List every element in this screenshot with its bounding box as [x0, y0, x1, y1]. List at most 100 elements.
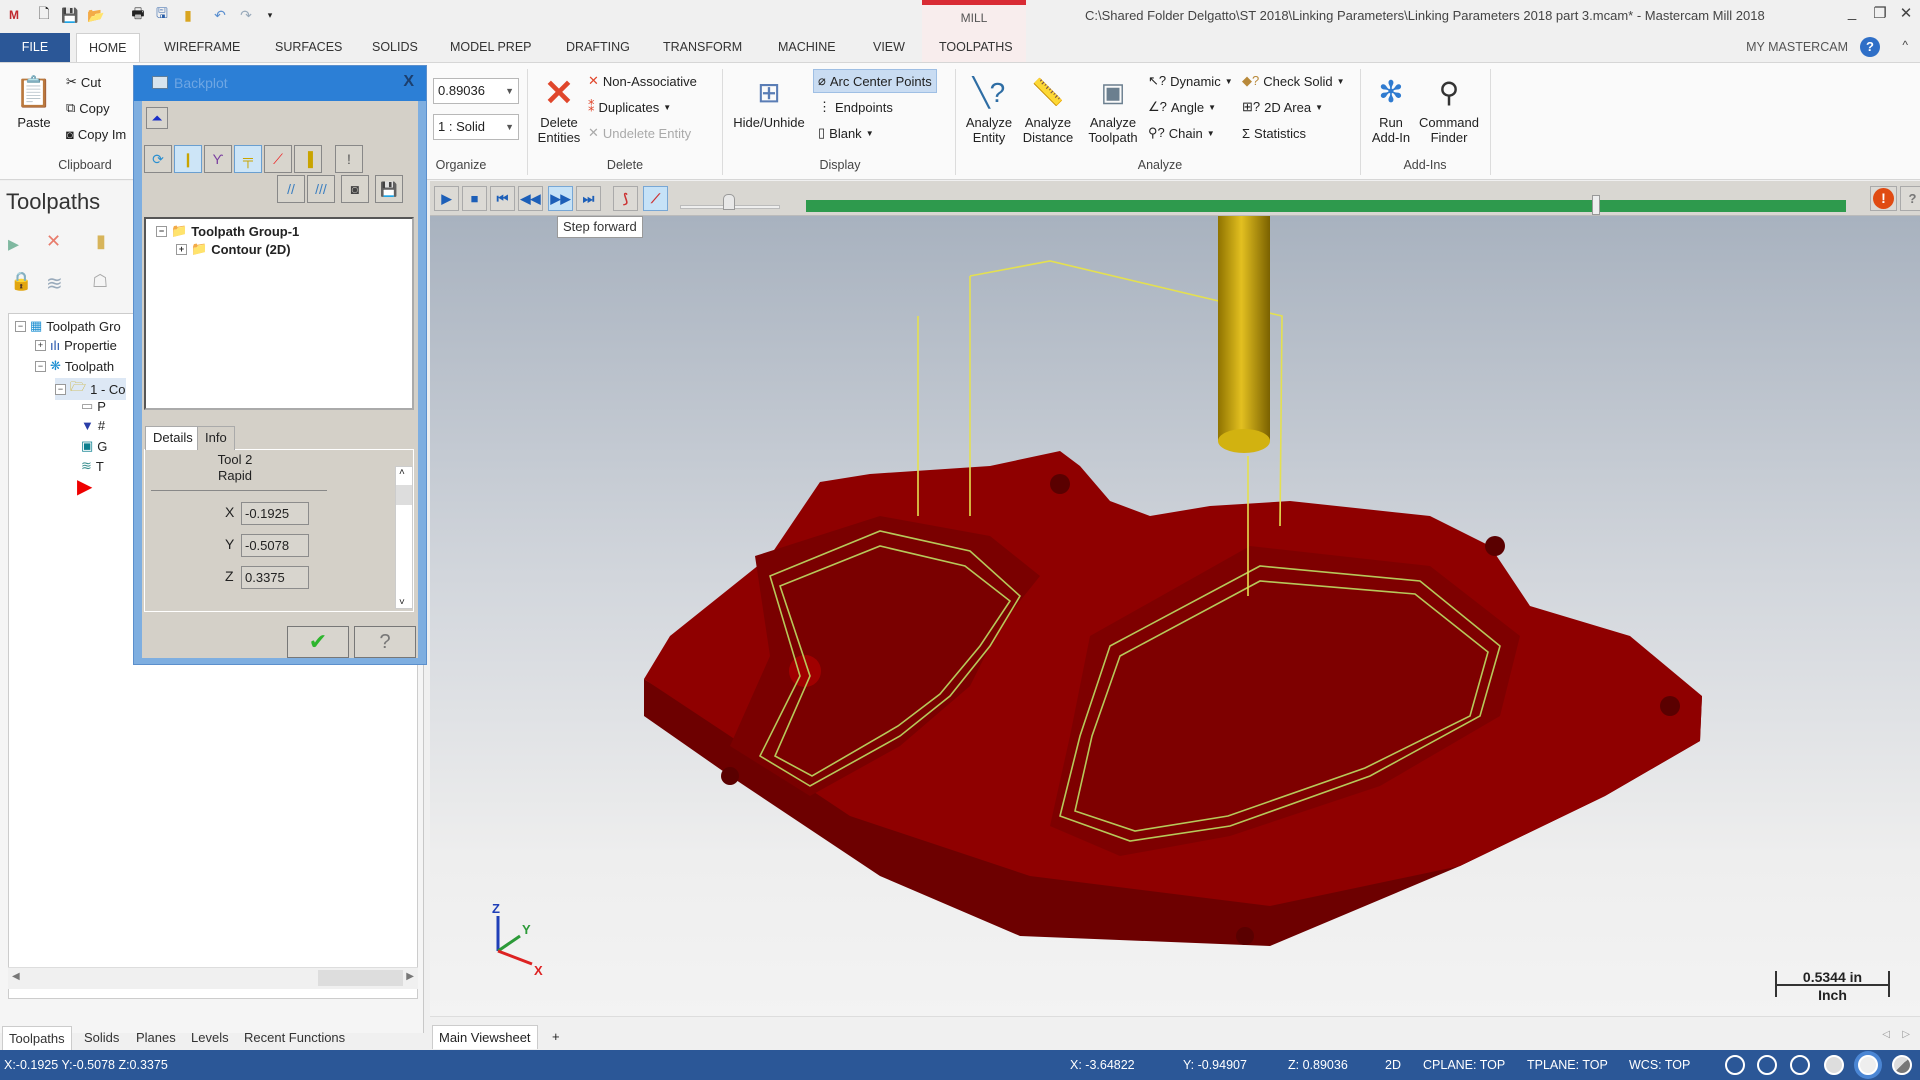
command-finder-button[interactable]: ⚲ Command Finder: [1416, 69, 1482, 145]
collapse-icon[interactable]: −: [35, 360, 46, 372]
tree-item-operation[interactable]: − 🗁 1 - Co: [55, 378, 126, 400]
save-as-icon[interactable]: 🖫: [152, 5, 172, 25]
tab-solids[interactable]: SOLIDS: [360, 33, 430, 62]
wireframe-globe-icon[interactable]: [1725, 1055, 1745, 1075]
progress-track[interactable]: [806, 195, 1846, 215]
scroll-up-icon[interactable]: ˄: [399, 467, 405, 478]
undo-icon[interactable]: ↶: [210, 5, 230, 25]
info-icon[interactable]: !: [335, 145, 363, 173]
speed-slider-thumb[interactable]: [723, 194, 735, 210]
tab-transform[interactable]: TRANSFORM: [651, 33, 754, 62]
non-associative-button[interactable]: ✕ Non-Associative: [588, 70, 697, 92]
bottom-tab-solids[interactable]: Solids: [78, 1026, 125, 1050]
minimize-button[interactable]: _: [1840, 4, 1864, 26]
dynamic-button[interactable]: ↖? Dynamic ▼: [1148, 70, 1233, 92]
scroll-left-icon[interactable]: ◀: [12, 971, 20, 982]
status-wcs[interactable]: WCS: TOP: [1629, 1058, 1690, 1072]
play-button[interactable]: ▶: [434, 186, 459, 211]
tab-model-prep[interactable]: MODEL PREP: [438, 33, 544, 62]
tab-home[interactable]: HOME: [76, 33, 140, 62]
close-icon[interactable]: X: [403, 73, 414, 91]
deselect-icon[interactable]: ✕: [46, 231, 61, 252]
scroll-down-icon[interactable]: ˅: [399, 597, 405, 608]
step-forward-button[interactable]: ▶▶: [548, 186, 573, 211]
chain-button[interactable]: ⚲? Chain ▼: [1148, 122, 1215, 144]
collapse-icon[interactable]: −: [156, 225, 167, 237]
tab-info[interactable]: Info: [197, 426, 235, 450]
print-icon[interactable]: 🖶: [128, 5, 148, 25]
new-file-icon[interactable]: 🗋: [34, 5, 54, 25]
collapse-icon[interactable]: −: [15, 320, 26, 332]
save-geometry-icon[interactable]: 💾: [375, 175, 403, 203]
progress-thumb[interactable]: [1592, 195, 1601, 215]
display-last-move-button[interactable]: ⟋: [643, 186, 668, 211]
my-mastercam-link[interactable]: MY MASTERCAM: [1746, 40, 1848, 54]
shade-verify-icon[interactable]: ▐: [294, 145, 322, 173]
tree-item-contour-2d[interactable]: + 📁 Contour (2D): [176, 241, 291, 257]
analyze-entity-button[interactable]: ╲? Analyze Entity: [962, 69, 1016, 145]
rewind-start-button[interactable]: ⏮: [490, 186, 515, 211]
tab-main-viewsheet[interactable]: Main Viewsheet: [432, 1025, 538, 1049]
scroll-left-icon[interactable]: ◁: [1882, 1029, 1890, 1040]
tab-view[interactable]: VIEW: [861, 33, 917, 62]
tab-toolpaths[interactable]: TOOLPATHS: [927, 33, 1025, 62]
tab-machine[interactable]: MACHINE: [766, 33, 848, 62]
merge-icon[interactable]: ▮: [178, 5, 198, 25]
lock-icon[interactable]: 🔒: [10, 271, 32, 292]
stop-button[interactable]: ■: [462, 186, 487, 211]
regenerate-icon[interactable]: ▮: [96, 231, 106, 252]
bottom-tab-toolpaths[interactable]: Toolpaths: [2, 1026, 72, 1050]
tree-item-toolpath-group[interactable]: − ❋ Toolpath: [35, 358, 114, 374]
angle-button[interactable]: ∠? Angle ▼: [1148, 96, 1216, 118]
cut-button[interactable]: ✂ Cut: [66, 71, 101, 93]
tab-drafting[interactable]: DRAFTING: [554, 33, 642, 62]
close-button[interactable]: ✕: [1894, 4, 1918, 26]
endpoints-button[interactable]: ⋮ Endpoints: [818, 96, 893, 118]
customize-icon[interactable]: ▾: [260, 5, 280, 25]
translucency-icon[interactable]: [1892, 1055, 1912, 1075]
display-tool-icon[interactable]: ❙: [174, 145, 202, 173]
ghost-icon[interactable]: ☖: [92, 271, 108, 292]
step-back-button[interactable]: ◀◀: [518, 186, 543, 211]
globe-icon[interactable]: [1757, 1055, 1777, 1075]
scroll-right-icon[interactable]: ▶: [406, 971, 414, 982]
tab-surfaces[interactable]: SURFACES: [263, 33, 354, 62]
hidden-line-icon[interactable]: [1790, 1055, 1810, 1075]
tab-file[interactable]: FILE: [0, 33, 70, 62]
expand-icon[interactable]: +: [176, 243, 187, 255]
copy-image-button[interactable]: ◙ Copy Im: [66, 123, 126, 145]
scroll-thumb[interactable]: [318, 970, 403, 986]
hide-unhide-button[interactable]: ⊞ Hide/Unhide: [728, 69, 810, 130]
analyze-toolpath-button[interactable]: ▣ Analyze Toolpath: [1082, 69, 1144, 146]
bottom-tab-recent-functions[interactable]: Recent Functions: [238, 1026, 351, 1050]
stop-condition-button[interactable]: !: [1870, 186, 1897, 211]
display-holder-icon[interactable]: Ƴ: [204, 145, 232, 173]
arc-center-points-button[interactable]: ⌀ Arc Center Points: [813, 69, 937, 93]
expand-icon[interactable]: +: [35, 340, 46, 351]
check-solid-button[interactable]: ◆? Check Solid ▼: [1242, 70, 1345, 92]
bottom-tab-planes[interactable]: Planes: [130, 1026, 182, 1050]
status-cplane[interactable]: CPLANE: TOP: [1423, 1058, 1505, 1072]
collapse-dialog-icon[interactable]: ⏶: [146, 107, 168, 129]
help-button[interactable]: ?: [354, 626, 416, 658]
2d-area-button[interactable]: ⊞? 2D Area ▼: [1242, 96, 1323, 118]
path-lines-all-icon[interactable]: ///: [307, 175, 335, 203]
delete-entities-button[interactable]: ✕ Delete Entities: [534, 69, 584, 145]
insert-arrow-icon[interactable]: ▶: [77, 474, 92, 499]
graphics-viewport[interactable]: Z Y X 0.5344 in Inch: [430, 216, 1920, 1016]
status-tplane[interactable]: TPLANE: TOP: [1527, 1058, 1608, 1072]
tree-item-toolpath[interactable]: ≋ T: [81, 458, 104, 474]
track-mode-button[interactable]: ⟆: [613, 186, 638, 211]
cycle-icon[interactable]: ⟳: [144, 145, 172, 173]
scroll-right-icon[interactable]: ▷: [1902, 1029, 1910, 1040]
tree-item-parameters[interactable]: ▭ P: [81, 398, 106, 414]
display-entity-endpoints-icon[interactable]: ⟋: [264, 145, 292, 173]
skip-end-button[interactable]: ⏭: [576, 186, 601, 211]
duplicates-button[interactable]: ⁑ Duplicates ▼: [588, 96, 671, 118]
copy-button[interactable]: ⧉ Copy: [66, 97, 110, 119]
backplot-title-bar[interactable]: Backplot X: [134, 66, 426, 101]
add-viewsheet-button[interactable]: +: [552, 1029, 560, 1044]
tree-item-toolpath-group-1[interactable]: − 📁 Toolpath Group-1: [156, 223, 299, 239]
shaded-icon[interactable]: [1824, 1055, 1844, 1075]
undelete-entity-button[interactable]: ✕ Undelete Entity: [588, 122, 691, 144]
